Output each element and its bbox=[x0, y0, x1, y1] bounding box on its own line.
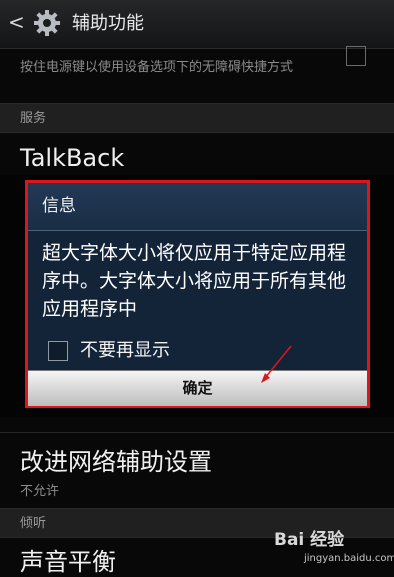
watermark-url: jingyan.baidu.com bbox=[304, 553, 394, 564]
dialog-title: 信息 bbox=[42, 196, 76, 216]
action-bar: < 辅助功能 bbox=[0, 0, 394, 49]
list-divider bbox=[0, 432, 394, 433]
ok-button[interactable]: 确定 bbox=[28, 370, 367, 406]
talkback-item[interactable]: TalkBack bbox=[20, 143, 124, 173]
back-icon[interactable]: < bbox=[8, 12, 25, 32]
watermark-logo: Bai 经验 bbox=[274, 530, 345, 550]
power-key-shortcut-desc: 按住电源键以使用设备选项下的无障碍快捷方式 bbox=[20, 60, 294, 75]
sound-balance-item[interactable]: 声音平衡 bbox=[20, 547, 116, 577]
improve-network-accessibility-item[interactable]: 改进网络辅助设置 bbox=[20, 447, 212, 477]
dialog-header: 信息 bbox=[28, 183, 367, 231]
page-title: 辅助功能 bbox=[72, 13, 144, 34]
improve-network-accessibility-desc: 不允许 bbox=[20, 484, 60, 499]
annotation-arrow-icon bbox=[261, 345, 292, 383]
dont-show-again-checkbox[interactable] bbox=[48, 341, 68, 361]
baidu-jingyan-watermark: Bai 经验 jingyan.baidu.com bbox=[274, 527, 394, 569]
power-key-shortcut-checkbox[interactable] bbox=[346, 46, 366, 66]
gear-icon bbox=[34, 10, 60, 36]
dont-show-again-label[interactable]: 不要再显示 bbox=[80, 340, 170, 362]
section-header-services: 服务 bbox=[0, 103, 394, 133]
info-dialog: 信息 超大字体大小将仅应用于特定应用程序中。大字体大小将应用于所有其他应用程序中… bbox=[25, 180, 370, 408]
dialog-message: 超大字体大小将仅应用于特定应用程序中。大字体大小将应用于所有其他应用程序中 bbox=[42, 242, 347, 320]
